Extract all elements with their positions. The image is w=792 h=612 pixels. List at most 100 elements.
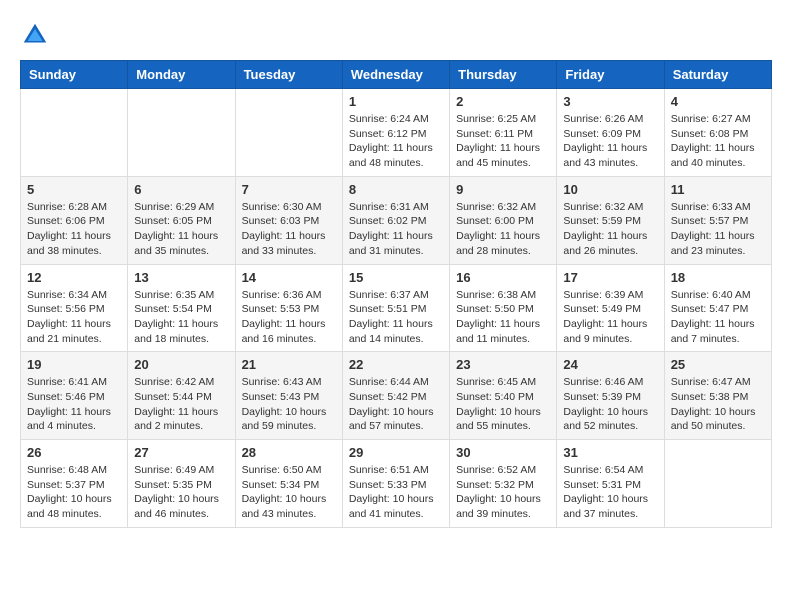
logo-icon <box>20 20 50 50</box>
day-detail: Sunrise: 6:26 AMSunset: 6:09 PMDaylight:… <box>563 112 657 171</box>
day-detail: Sunrise: 6:48 AMSunset: 5:37 PMDaylight:… <box>27 463 121 522</box>
calendar-day-cell: 13 Sunrise: 6:35 AMSunset: 5:54 PMDayligh… <box>128 264 235 352</box>
calendar-week-row: 12 Sunrise: 6:34 AMSunset: 5:56 PMDayligh… <box>21 264 772 352</box>
calendar-day-cell: 2 Sunrise: 6:25 AMSunset: 6:11 PMDaylight… <box>450 89 557 177</box>
calendar-day-cell: 18 Sunrise: 6:40 AMSunset: 5:47 PMDayligh… <box>664 264 771 352</box>
day-of-week-header: Saturday <box>664 61 771 89</box>
calendar-day-cell <box>664 440 771 528</box>
calendar-day-cell: 24 Sunrise: 6:46 AMSunset: 5:39 PMDayligh… <box>557 352 664 440</box>
day-number: 31 <box>563 445 657 460</box>
day-detail: Sunrise: 6:35 AMSunset: 5:54 PMDaylight:… <box>134 288 228 347</box>
day-number: 22 <box>349 357 443 372</box>
page-header <box>20 20 772 50</box>
day-number: 25 <box>671 357 765 372</box>
day-detail: Sunrise: 6:32 AMSunset: 5:59 PMDaylight:… <box>563 200 657 259</box>
day-detail: Sunrise: 6:52 AMSunset: 5:32 PMDaylight:… <box>456 463 550 522</box>
day-number: 12 <box>27 270 121 285</box>
day-detail: Sunrise: 6:28 AMSunset: 6:06 PMDaylight:… <box>27 200 121 259</box>
day-of-week-header: Wednesday <box>342 61 449 89</box>
day-number: 26 <box>27 445 121 460</box>
day-detail: Sunrise: 6:34 AMSunset: 5:56 PMDaylight:… <box>27 288 121 347</box>
calendar-day-cell: 20 Sunrise: 6:42 AMSunset: 5:44 PMDayligh… <box>128 352 235 440</box>
day-number: 7 <box>242 182 336 197</box>
day-of-week-header: Tuesday <box>235 61 342 89</box>
calendar-day-cell: 19 Sunrise: 6:41 AMSunset: 5:46 PMDayligh… <box>21 352 128 440</box>
calendar-day-cell: 17 Sunrise: 6:39 AMSunset: 5:49 PMDayligh… <box>557 264 664 352</box>
day-detail: Sunrise: 6:46 AMSunset: 5:39 PMDaylight:… <box>563 375 657 434</box>
calendar-day-cell: 30Sunrise: 6:52 AMSunset: 5:32 PMDayligh… <box>450 440 557 528</box>
day-number: 8 <box>349 182 443 197</box>
day-number: 17 <box>563 270 657 285</box>
day-number: 20 <box>134 357 228 372</box>
calendar-day-cell <box>21 89 128 177</box>
calendar-day-cell: 5 Sunrise: 6:28 AMSunset: 6:06 PMDaylight… <box>21 176 128 264</box>
calendar-week-row: 26 Sunrise: 6:48 AMSunset: 5:37 PMDayligh… <box>21 440 772 528</box>
calendar-day-cell: 11 Sunrise: 6:33 AMSunset: 5:57 PMDayligh… <box>664 176 771 264</box>
calendar-week-row: 19 Sunrise: 6:41 AMSunset: 5:46 PMDayligh… <box>21 352 772 440</box>
day-number: 18 <box>671 270 765 285</box>
calendar-day-cell: 10Sunrise: 6:32 AMSunset: 5:59 PMDayligh… <box>557 176 664 264</box>
day-detail: Sunrise: 6:54 AMSunset: 5:31 PMDaylight:… <box>563 463 657 522</box>
day-detail: Sunrise: 6:27 AMSunset: 6:08 PMDaylight:… <box>671 112 765 171</box>
calendar-day-cell <box>128 89 235 177</box>
calendar-week-row: 1 Sunrise: 6:24 AMSunset: 6:12 PMDaylight… <box>21 89 772 177</box>
day-number: 23 <box>456 357 550 372</box>
day-detail: Sunrise: 6:24 AMSunset: 6:12 PMDaylight:… <box>349 112 443 171</box>
calendar-day-cell: 6Sunrise: 6:29 AMSunset: 6:05 PMDaylight… <box>128 176 235 264</box>
day-number: 9 <box>456 182 550 197</box>
calendar-day-cell: 31 Sunrise: 6:54 AMSunset: 5:31 PMDayligh… <box>557 440 664 528</box>
calendar-day-cell: 12 Sunrise: 6:34 AMSunset: 5:56 PMDayligh… <box>21 264 128 352</box>
day-detail: Sunrise: 6:49 AMSunset: 5:35 PMDaylight:… <box>134 463 228 522</box>
calendar-day-cell: 23 Sunrise: 6:45 AMSunset: 5:40 PMDayligh… <box>450 352 557 440</box>
day-number: 24 <box>563 357 657 372</box>
calendar-day-cell: 27 Sunrise: 6:49 AMSunset: 5:35 PMDayligh… <box>128 440 235 528</box>
day-number: 29 <box>349 445 443 460</box>
day-detail: Sunrise: 6:36 AMSunset: 5:53 PMDaylight:… <box>242 288 336 347</box>
calendar-header-row: SundayMondayTuesdayWednesdayThursdayFrid… <box>21 61 772 89</box>
calendar-day-cell: 7Sunrise: 6:30 AMSunset: 6:03 PMDaylight… <box>235 176 342 264</box>
day-detail: Sunrise: 6:40 AMSunset: 5:47 PMDaylight:… <box>671 288 765 347</box>
day-number: 2 <box>456 94 550 109</box>
day-detail: Sunrise: 6:29 AMSunset: 6:05 PMDaylight:… <box>134 200 228 259</box>
day-detail: Sunrise: 6:41 AMSunset: 5:46 PMDaylight:… <box>27 375 121 434</box>
day-number: 3 <box>563 94 657 109</box>
day-detail: Sunrise: 6:43 AMSunset: 5:43 PMDaylight:… <box>242 375 336 434</box>
day-of-week-header: Friday <box>557 61 664 89</box>
calendar-day-cell: 25 Sunrise: 6:47 AMSunset: 5:38 PMDayligh… <box>664 352 771 440</box>
day-number: 11 <box>671 182 765 197</box>
day-of-week-header: Monday <box>128 61 235 89</box>
day-number: 16 <box>456 270 550 285</box>
logo <box>20 20 54 50</box>
day-of-week-header: Sunday <box>21 61 128 89</box>
calendar-day-cell: 22 Sunrise: 6:44 AMSunset: 5:42 PMDayligh… <box>342 352 449 440</box>
day-detail: Sunrise: 6:45 AMSunset: 5:40 PMDaylight:… <box>456 375 550 434</box>
calendar-day-cell: 1 Sunrise: 6:24 AMSunset: 6:12 PMDaylight… <box>342 89 449 177</box>
day-number: 5 <box>27 182 121 197</box>
day-number: 15 <box>349 270 443 285</box>
calendar-day-cell: 9Sunrise: 6:32 AMSunset: 6:00 PMDaylight… <box>450 176 557 264</box>
day-detail: Sunrise: 6:42 AMSunset: 5:44 PMDaylight:… <box>134 375 228 434</box>
day-number: 21 <box>242 357 336 372</box>
calendar-day-cell: 8Sunrise: 6:31 AMSunset: 6:02 PMDaylight… <box>342 176 449 264</box>
day-number: 27 <box>134 445 228 460</box>
day-number: 1 <box>349 94 443 109</box>
day-detail: Sunrise: 6:25 AMSunset: 6:11 PMDaylight:… <box>456 112 550 171</box>
day-detail: Sunrise: 6:47 AMSunset: 5:38 PMDaylight:… <box>671 375 765 434</box>
calendar-day-cell: 28Sunrise: 6:50 AMSunset: 5:34 PMDayligh… <box>235 440 342 528</box>
calendar-day-cell: 14 Sunrise: 6:36 AMSunset: 5:53 PMDayligh… <box>235 264 342 352</box>
day-number: 14 <box>242 270 336 285</box>
day-detail: Sunrise: 6:33 AMSunset: 5:57 PMDaylight:… <box>671 200 765 259</box>
calendar-week-row: 5 Sunrise: 6:28 AMSunset: 6:06 PMDaylight… <box>21 176 772 264</box>
day-detail: Sunrise: 6:39 AMSunset: 5:49 PMDaylight:… <box>563 288 657 347</box>
calendar-day-cell: 29 Sunrise: 6:51 AMSunset: 5:33 PMDayligh… <box>342 440 449 528</box>
day-number: 19 <box>27 357 121 372</box>
calendar-day-cell: 26 Sunrise: 6:48 AMSunset: 5:37 PMDayligh… <box>21 440 128 528</box>
day-detail: Sunrise: 6:44 AMSunset: 5:42 PMDaylight:… <box>349 375 443 434</box>
day-detail: Sunrise: 6:37 AMSunset: 5:51 PMDaylight:… <box>349 288 443 347</box>
day-number: 28 <box>242 445 336 460</box>
day-detail: Sunrise: 6:51 AMSunset: 5:33 PMDaylight:… <box>349 463 443 522</box>
calendar-day-cell <box>235 89 342 177</box>
calendar-day-cell: 3 Sunrise: 6:26 AMSunset: 6:09 PMDaylight… <box>557 89 664 177</box>
day-number: 13 <box>134 270 228 285</box>
calendar-day-cell: 21 Sunrise: 6:43 AMSunset: 5:43 PMDayligh… <box>235 352 342 440</box>
